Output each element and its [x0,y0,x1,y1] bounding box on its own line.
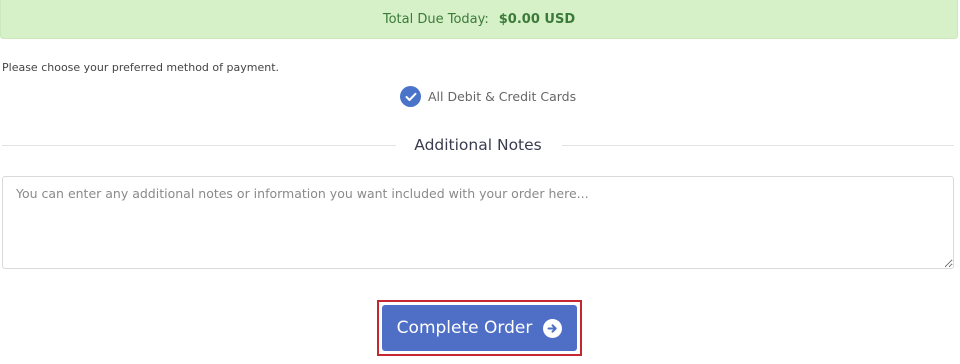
additional-notes-heading: Additional Notes [2,133,954,157]
complete-order-highlight: Complete Order [377,300,582,356]
total-due-label: Total Due Today: [382,11,489,27]
check-icon[interactable] [400,86,421,107]
divider-line-right [562,145,954,146]
additional-notes-textarea[interactable] [2,176,954,269]
total-due-amount: $0.00 USD [498,11,576,27]
total-due-banner: Total Due Today: $0.00 USD [0,0,958,39]
complete-order-label: Complete Order [396,318,533,338]
payment-method-prompt: Please choose your preferred method of p… [2,61,279,74]
payment-option-cards[interactable]: All Debit & Credit Cards [400,86,576,107]
checkout-page: Total Due Today: $0.00 USD Please choose… [0,0,960,364]
complete-order-button[interactable]: Complete Order [382,305,577,351]
payment-option-label[interactable]: All Debit & Credit Cards [428,89,576,104]
arrow-right-circle-icon [543,318,563,338]
